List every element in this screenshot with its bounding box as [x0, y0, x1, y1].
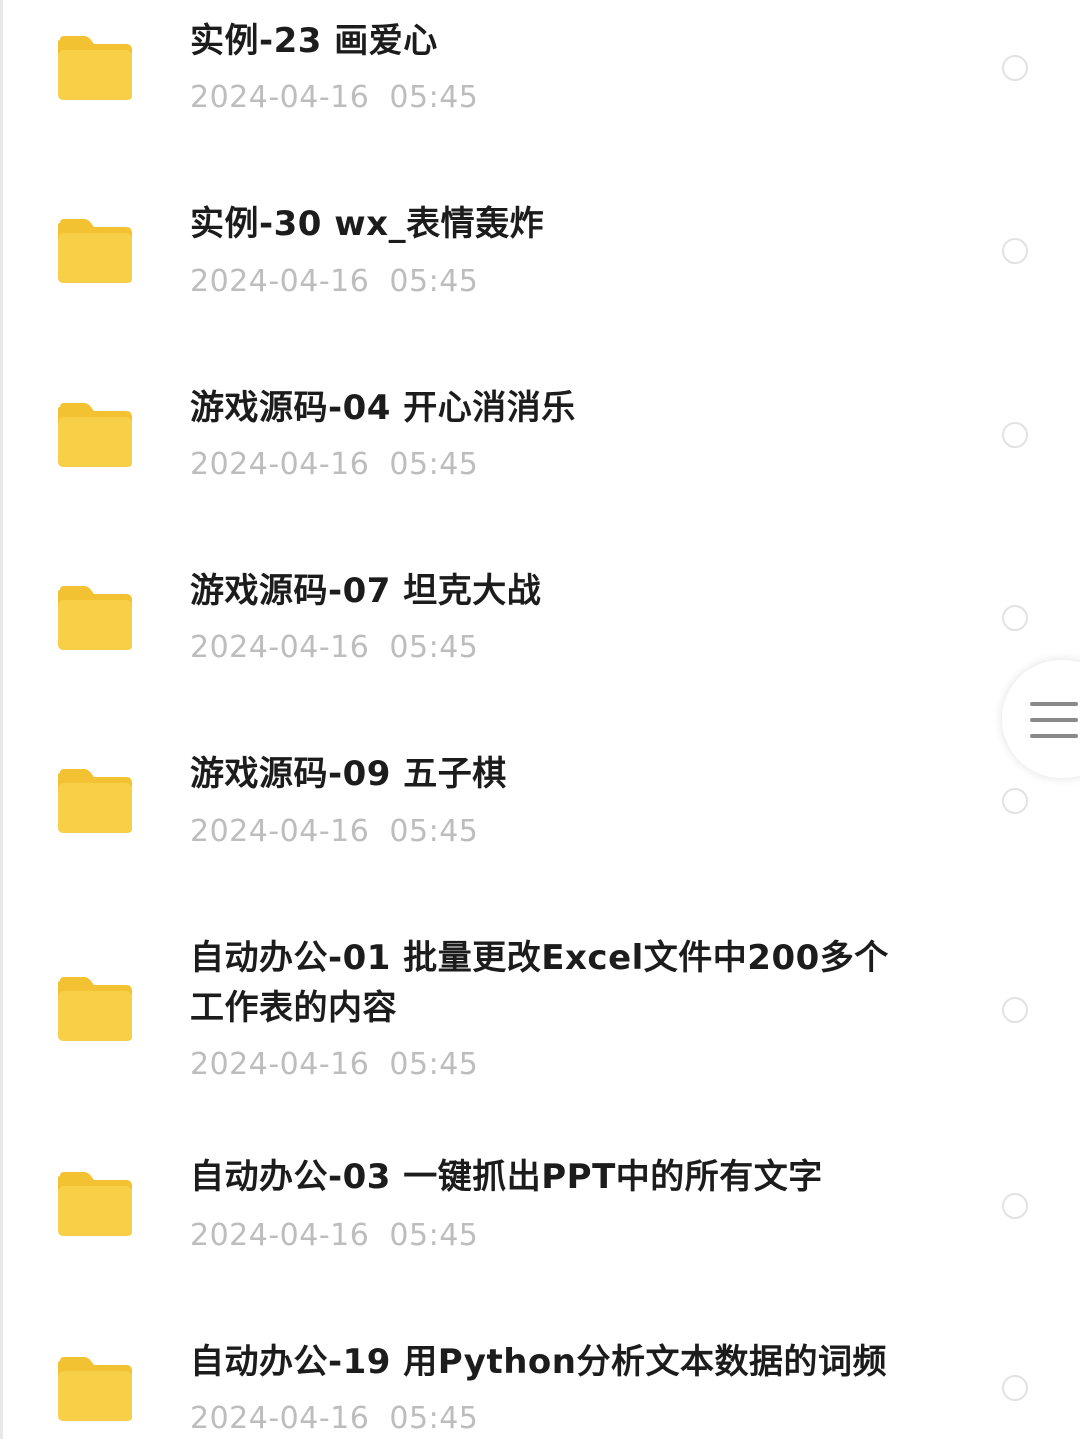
folder-icon: [56, 1355, 134, 1423]
file-date: 2024-04-16 05:45: [190, 447, 479, 482]
file-name: 实例-23 画爱心: [190, 21, 438, 61]
folder-icon: [56, 767, 134, 835]
select-checkbox[interactable]: [1002, 1375, 1028, 1401]
folder-icon: [56, 584, 134, 652]
select-checkbox[interactable]: [1002, 788, 1028, 814]
file-date: 2024-04-16 05:45: [190, 1047, 479, 1082]
file-row[interactable]: 自动办公-03 一键抓出PPT中的所有文字 2024-04-16 05:45: [0, 1136, 1080, 1319]
file-name-line-1: 自动办公-01 批量更改Excel文件中200多个: [190, 938, 889, 978]
select-checkbox[interactable]: [1002, 605, 1028, 631]
folder-icon: [56, 401, 134, 469]
file-name: 实例-30 wx_表情轰炸: [190, 204, 545, 244]
file-name: 自动办公-19 用Python分析文本数据的词频: [190, 1342, 887, 1382]
file-row[interactable]: 游戏源码-09 五子棋 2024-04-16 05:45: [0, 733, 1080, 917]
file-row[interactable]: 游戏源码-07 坦克大战 2024-04-16 05:45: [0, 550, 1080, 733]
file-date: 2024-04-16 05:45: [190, 264, 479, 299]
file-date: 2024-04-16 05:45: [190, 80, 479, 115]
file-name: 游戏源码-04 开心消消乐: [190, 388, 576, 428]
select-checkbox[interactable]: [1002, 422, 1028, 448]
select-checkbox[interactable]: [1002, 238, 1028, 264]
file-date: 2024-04-16 05:45: [190, 1218, 479, 1253]
folder-icon: [56, 975, 134, 1043]
file-row[interactable]: 实例-30 wx_表情轰炸 2024-04-16 05:45: [0, 183, 1080, 367]
file-name: 游戏源码-07 坦克大战: [190, 571, 542, 611]
file-date: 2024-04-16 05:45: [190, 630, 479, 665]
file-list: 实例-23 画爱心 2024-04-16 05:45 实例-30 wx_表情轰炸…: [0, 0, 1080, 1439]
select-checkbox[interactable]: [1002, 1193, 1028, 1219]
folder-icon: [56, 1170, 134, 1238]
menu-icon: [1030, 702, 1078, 738]
file-row[interactable]: 实例-23 画爱心 2024-04-16 05:45: [0, 0, 1080, 183]
file-row[interactable]: 自动办公-19 用Python分析文本数据的词频 2024-04-16 05:4…: [0, 1319, 1080, 1439]
file-row[interactable]: 自动办公-01 批量更改Excel文件中200多个 工作表的内容 2024-04…: [0, 917, 1080, 1136]
file-name: 自动办公-03 一键抓出PPT中的所有文字: [190, 1157, 823, 1197]
folder-icon: [56, 34, 134, 102]
file-name: 游戏源码-09 五子棋: [190, 754, 507, 794]
file-name-line-2: 工作表的内容: [190, 988, 397, 1028]
file-date: 2024-04-16 05:45: [190, 814, 479, 849]
file-date: 2024-04-16 05:45: [190, 1401, 479, 1436]
select-checkbox[interactable]: [1002, 55, 1028, 81]
select-checkbox[interactable]: [1002, 997, 1028, 1023]
folder-icon: [56, 217, 134, 285]
file-row[interactable]: 游戏源码-04 开心消消乐 2024-04-16 05:45: [0, 367, 1080, 550]
